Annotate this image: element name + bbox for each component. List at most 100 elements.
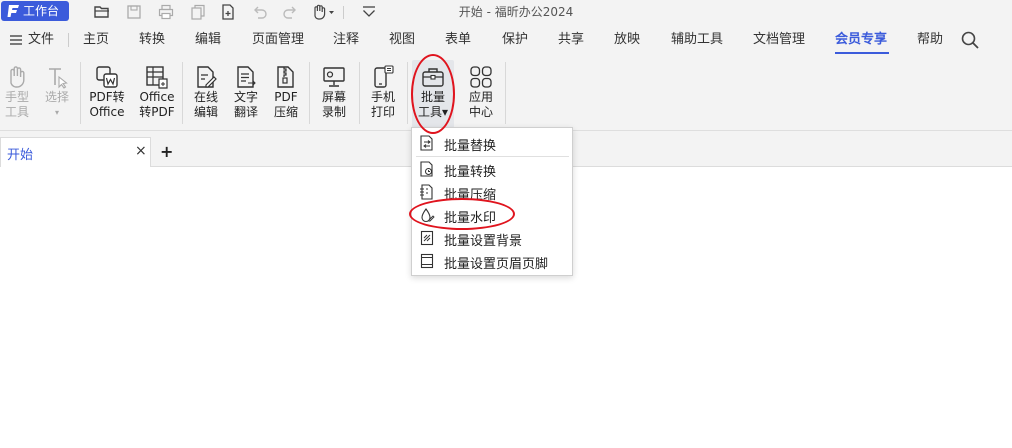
edit-doc-icon [197,66,217,88]
screen-record-button[interactable]: 屏幕 录制 [314,60,354,128]
hand-tool-button[interactable]: 手型 工具 [0,60,34,128]
menu-tab-page-management[interactable]: 页面管理 [252,24,304,56]
menu-tab-help[interactable]: 帮助 [917,24,943,56]
pdf-to-word-icon [96,66,118,88]
compress-doc-icon [420,184,433,200]
pdf-to-office-button[interactable]: PDF转 Office [86,60,128,128]
hamburger-icon [10,34,22,45]
translate-doc-icon [237,66,256,88]
menu-tab-doc-management[interactable]: 文档管理 [753,24,805,56]
phone-print-label-1: 手机 [370,90,395,104]
watermark-drop-icon [421,208,435,223]
copy-doc-icon[interactable] [189,3,207,21]
office-to-pdf-label-2: 转PDF [139,105,175,119]
batch-header-footer-item[interactable]: 批量设置页眉页脚 [417,250,567,272]
menu-tab-convert[interactable]: 转换 [139,24,165,56]
replace-doc-icon [420,135,433,151]
background-doc-icon [420,230,434,246]
active-tab-indicator [835,52,889,54]
new-tab-button[interactable]: + [160,142,173,161]
table-doc-icon [146,66,168,89]
select-dropdown-arrow: ▾ [54,108,59,117]
batch-background-item[interactable]: 批量设置背景 [417,227,567,249]
hand-icon [10,66,25,88]
menu-divider [68,33,69,47]
online-edit-label-2: 编辑 [193,105,218,119]
save-icon[interactable] [125,3,143,21]
screen-record-label-2: 录制 [321,105,346,119]
batch-tools-button[interactable]: 批量 工具▾ [412,60,454,128]
office-to-pdf-label-1: Office [139,90,175,104]
title-bar: 工作台 开始 - 福昕办公2024 [0,0,1012,24]
batch-tools-label-2: 工具▾ [417,105,449,119]
online-edit-button[interactable]: 在线 编辑 [186,60,226,128]
batch-compress-item[interactable]: 批量压缩 [417,181,567,203]
ribbon-divider [182,62,183,124]
new-document-icon[interactable] [219,3,237,21]
monitor-record-icon [323,67,345,87]
menu-tab-home[interactable]: 主页 [83,24,109,56]
pdf-to-office-label-1: PDF转 [89,90,125,104]
batch-replace-item[interactable]: 批量替换 [417,132,567,154]
text-translate-label-1: 文字 [233,90,258,104]
pdf-compress-label-1: PDF [274,90,298,104]
file-menu-label: 文件 [28,32,55,47]
close-tab-icon[interactable]: × [135,143,147,159]
print-icon[interactable] [157,3,175,21]
batch-watermark-label: 批量水印 [444,211,497,226]
menu-tab-edit[interactable]: 编辑 [195,24,221,56]
batch-tools-menu: 批量替换 批量转换 批量压缩 批量水印 批量设置背景 批量设置页眉页脚 [411,127,573,276]
ribbon-toolbar: 手型 工具 选择 ▾ PDF转 Office Office 转PDF 在线 编辑… [0,56,1012,131]
ribbon-divider [505,62,506,124]
batch-replace-label: 批量替换 [444,139,497,154]
file-menu[interactable]: 文件 [10,24,54,56]
hand-tool-dropdown-icon[interactable] [311,3,337,21]
batch-background-label: 批量设置背景 [444,234,523,249]
workbench-button[interactable]: 工作台 [1,1,69,21]
start-tab[interactable]: 开始 × [0,137,151,167]
batch-tools-label-1: 批量 [420,90,445,104]
online-edit-label-1: 在线 [193,90,218,104]
redo-icon[interactable] [281,3,299,21]
zip-file-icon [277,66,294,88]
undo-icon[interactable] [251,3,269,21]
app-grid-icon [470,66,492,88]
ribbon-divider [407,62,408,124]
text-translate-label-2: 翻译 [233,105,258,119]
batch-compress-label: 批量压缩 [444,188,497,203]
hand-tool-label-2: 工具 [4,105,29,119]
ribbon-divider [309,62,310,124]
window-title: 开始 - 福昕办公2024 [458,5,574,19]
pdf-compress-label-2: 压缩 [273,105,298,119]
menu-tab-view[interactable]: 视图 [389,24,415,56]
text-translate-button[interactable]: 文字 翻译 [226,60,266,128]
header-footer-icon [420,253,434,269]
menu-divider [416,156,569,157]
menu-tab-form[interactable]: 表单 [445,24,471,56]
menu-bar: 文件 主页 转换 编辑 页面管理 注释 视图 表单 保护 共享 放映 辅助工具 … [0,24,1012,56]
menu-tab-slideshow[interactable]: 放映 [614,24,640,56]
batch-convert-item[interactable]: 批量转换 [417,158,567,180]
ribbon-divider [80,62,81,124]
app-center-label-2: 中心 [468,105,493,119]
menu-tab-share[interactable]: 共享 [558,24,584,56]
phone-print-icon [374,65,394,88]
select-text-cursor-icon [49,68,68,89]
customize-toolbar-icon[interactable] [360,3,378,21]
pdf-compress-button[interactable]: PDF 压缩 [266,60,306,128]
batch-watermark-item[interactable]: 批量水印 [417,204,567,226]
screen-record-label-1: 屏幕 [321,90,346,104]
toolbar-divider [343,6,344,19]
app-center-button[interactable]: 应用 中心 [461,60,501,128]
open-folder-icon[interactable] [93,3,111,21]
menu-tab-protect[interactable]: 保护 [502,24,528,56]
workbench-label: 工作台 [23,4,60,18]
menu-tab-assist-tools[interactable]: 辅助工具 [671,24,723,56]
select-tool-button[interactable]: 选择 ▾ [38,60,76,128]
menu-tab-comment[interactable]: 注释 [333,24,359,56]
phone-print-button[interactable]: 手机 打印 [363,60,403,128]
ribbon-divider [359,62,360,124]
search-icon[interactable] [960,30,980,50]
office-to-pdf-button[interactable]: Office 转PDF [135,60,179,128]
hand-tool-label-1: 手型 [4,90,29,104]
